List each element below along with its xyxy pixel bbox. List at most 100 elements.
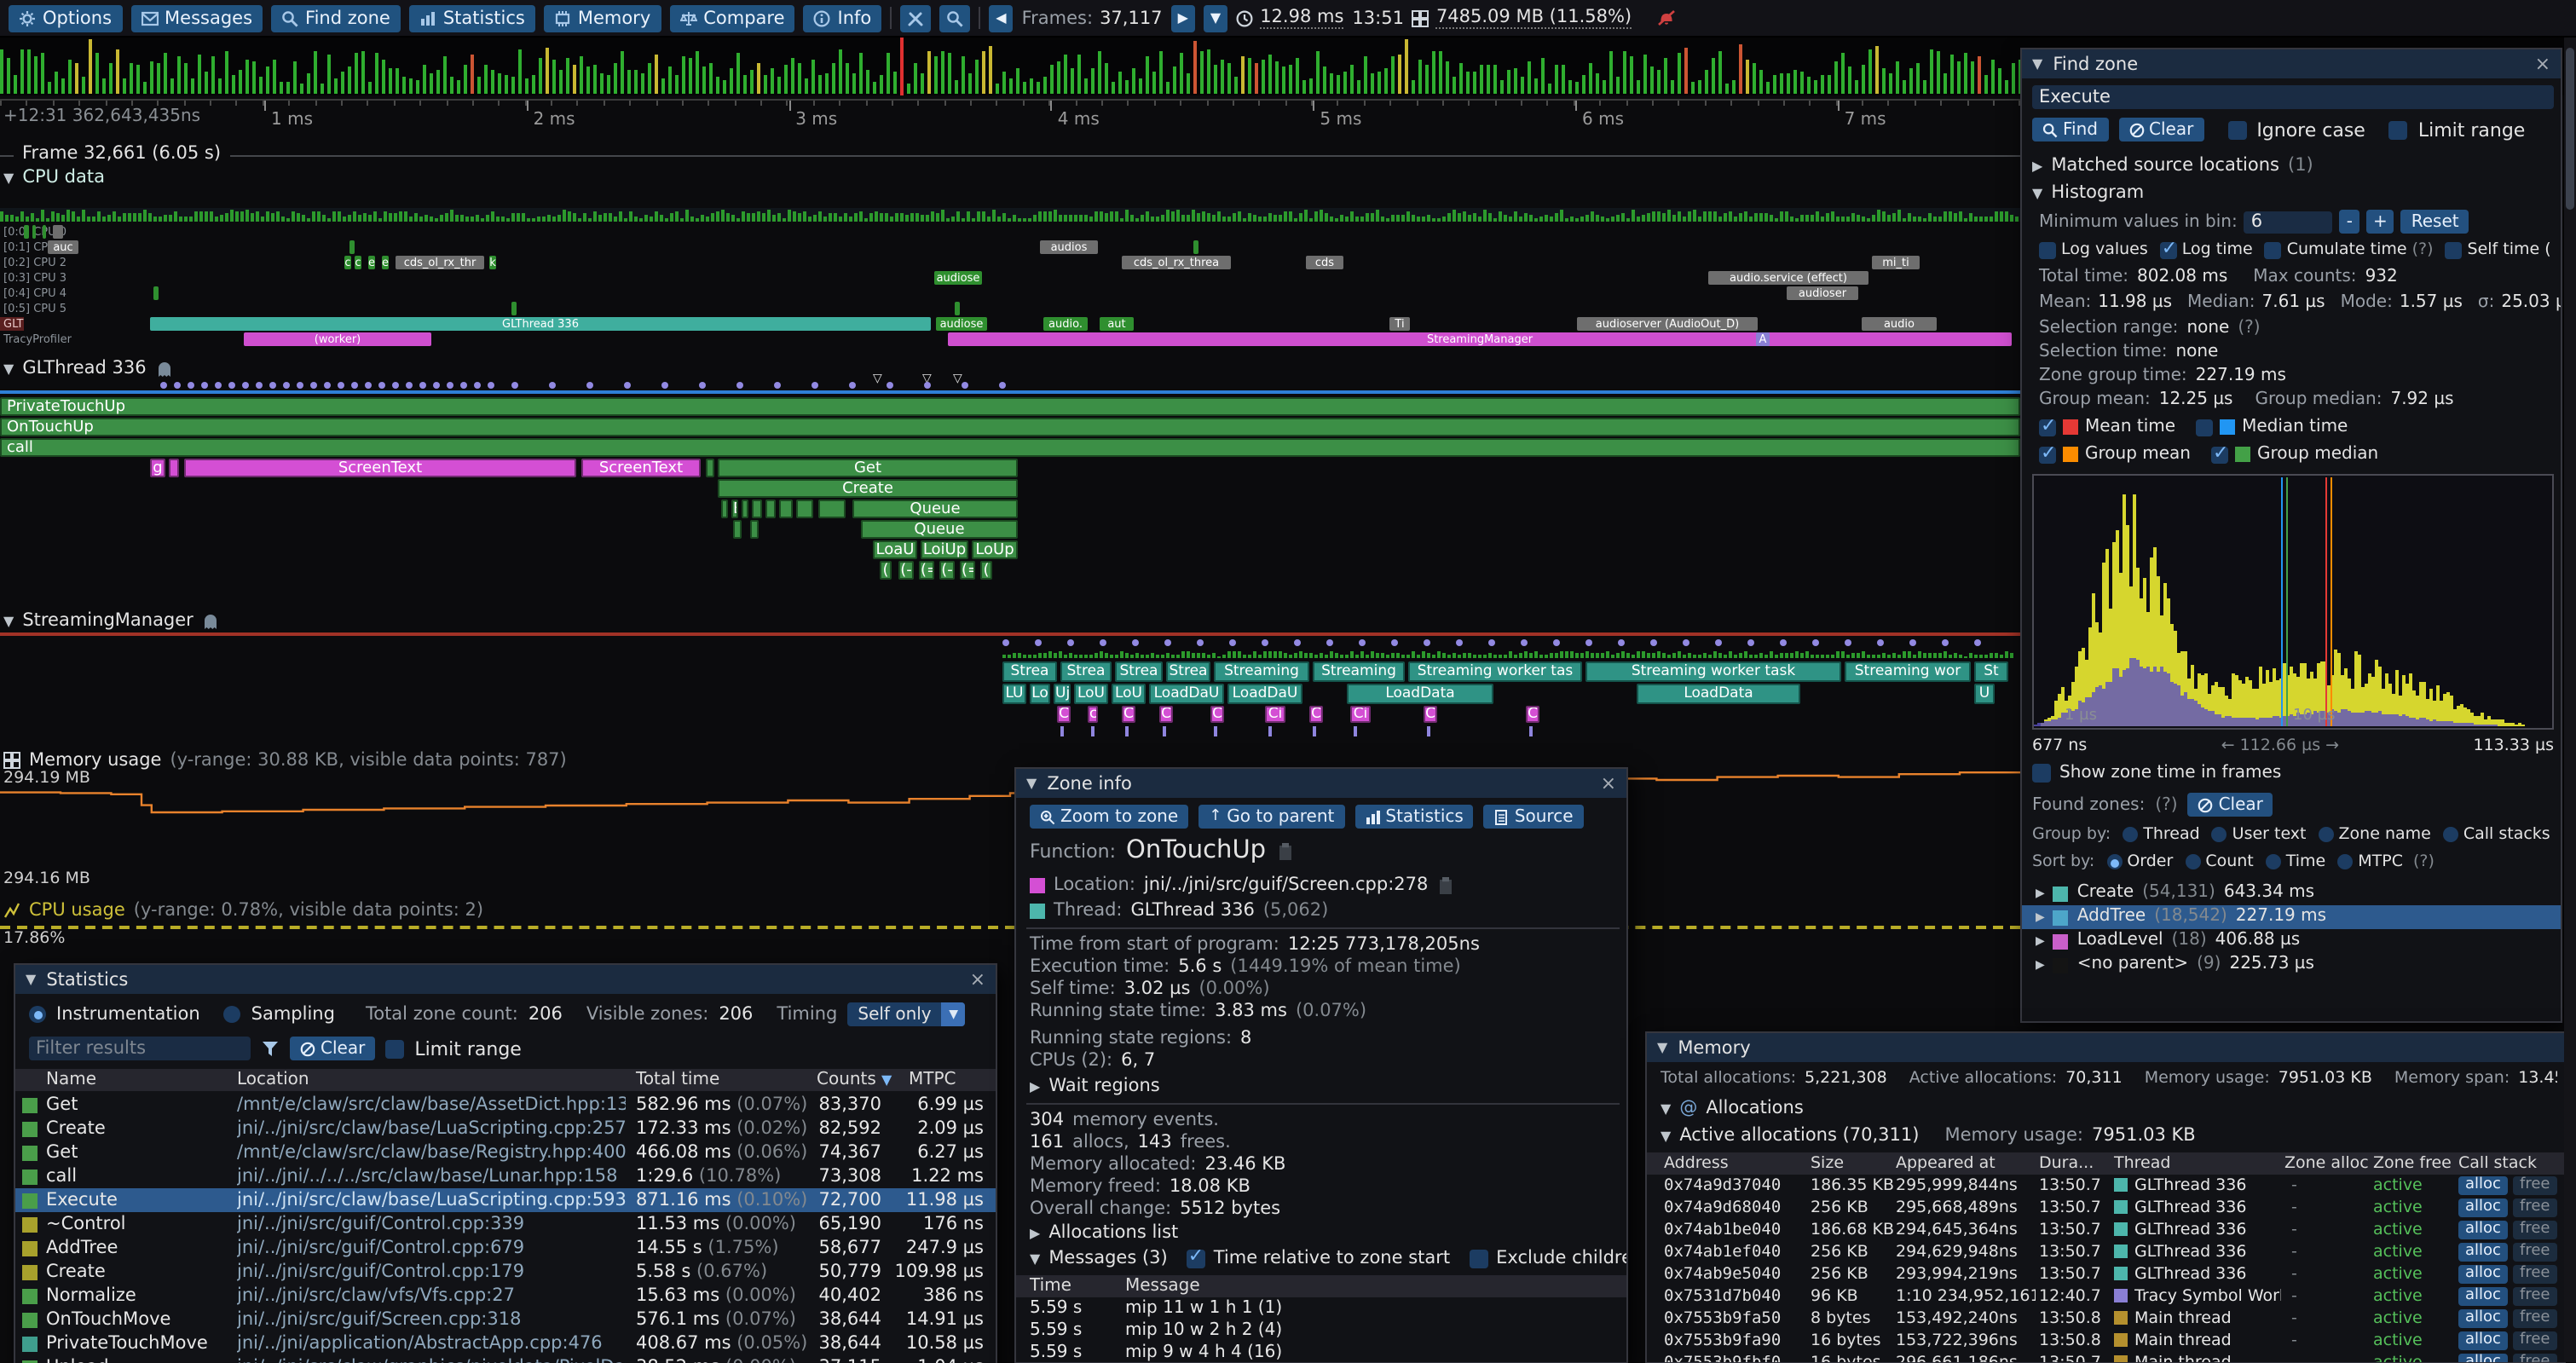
free-callstack-button[interactable]: free [2513,1265,2557,1284]
frame-bar[interactable] [1098,51,1101,94]
frame-bar[interactable] [1732,80,1736,94]
frame-bar[interactable] [1568,80,1572,94]
message-dot[interactable] [1294,639,1301,646]
frame-bar[interactable] [716,77,719,94]
frame-bar[interactable] [859,53,863,94]
frame-bar[interactable] [1616,77,1620,94]
message-dot[interactable] [242,382,249,389]
statistics-titlebar[interactable]: ▼ Statistics × [15,965,996,994]
alloc-callstack-button[interactable]: alloc [2458,1309,2508,1328]
stats-table-row[interactable]: PrivateTouchMovejni/../jni/application/A… [15,1331,996,1355]
memory-table-row[interactable]: 0x74a9d37040186.35 KB295,999,844ns13:50.… [1647,1175,2564,1197]
memory-table-row[interactable]: 0x74ab1be040186.68 KB294,645,364ns13:50.… [1647,1219,2564,1241]
frame-bar[interactable] [314,51,317,94]
frame-bar[interactable] [1187,73,1190,94]
frame-bar[interactable] [1139,78,1142,94]
frame-bar[interactable] [245,60,249,94]
timeline-zone[interactable]: Create [718,479,1018,498]
frame-bar[interactable] [1364,56,1367,94]
frame-bar[interactable] [1309,78,1313,94]
frame-bar[interactable] [252,61,256,94]
frame-bar[interactable] [286,82,290,94]
free-callstack-button[interactable]: free [2513,1287,2557,1306]
memory-table-row[interactable]: 0x7553b9fa508 bytes153,492,240ns13:50.8M… [1647,1308,2564,1330]
frame-bar[interactable] [382,60,385,94]
messages-header-row[interactable]: ▼ Messages (3) Time relative to zone sta… [1030,1248,1628,1268]
group-median-checkbox[interactable] [2211,446,2228,463]
frame-bar[interactable] [1807,77,1811,94]
message-dot[interactable] [1002,639,1009,646]
frame-bar[interactable] [1944,73,1947,94]
alloc-callstack-button[interactable]: alloc [2458,1243,2508,1262]
stats-table-row[interactable]: Normalizejni/../jni/src/claw/vfs/Vfs.cpp… [15,1284,996,1308]
zoom-to-zone-button[interactable]: Zoom to zone [1030,805,1188,829]
frame-bar[interactable] [1766,82,1770,94]
frame-bar[interactable] [1691,82,1695,94]
timeline-zone[interactable] [750,520,759,539]
frame-bar[interactable] [1698,80,1701,94]
cpu-zone[interactable]: audio.service (effect) [1708,271,1868,285]
memory-button[interactable]: Memory [544,4,661,32]
frame-bar[interactable] [157,63,160,94]
zoom-tool-button[interactable] [939,4,970,32]
timeline-zone[interactable] [706,459,714,477]
message-dot[interactable] [1650,639,1657,646]
timeline-zone[interactable]: c [1088,706,1098,723]
frame-bar[interactable] [1439,51,1442,94]
memory-table-row[interactable]: 0x7531d7b04096 KB1:10 234,952,16112:40.7… [1647,1285,2564,1308]
frame-bar[interactable] [641,73,644,94]
frame-bar[interactable] [505,75,508,94]
active-allocations-row[interactable]: ▼ Active allocations (70,311) Memory usa… [1661,1125,2196,1146]
timeline-zone[interactable]: C [1159,706,1173,723]
message-dot[interactable] [736,382,743,389]
cpu-zone[interactable] [349,240,355,254]
stats-table-row[interactable]: calljni/../jni/../../../src/claw/base/Lu… [15,1164,996,1188]
frame-bar[interactable] [232,75,235,94]
frame-bar[interactable] [566,58,569,94]
frame-bar[interactable] [948,53,951,94]
timeline-zone[interactable] [721,500,728,518]
frame-bar[interactable] [1418,60,1422,94]
frame-bar[interactable] [818,75,822,94]
help-marker[interactable]: (?) [2413,852,2434,871]
log-time-checkbox[interactable] [2160,241,2177,258]
frame-bar[interactable] [1712,58,1715,94]
group-by-radio-zone-name[interactable] [2319,827,2334,842]
timeline-zone[interactable]: Uj [1054,684,1071,704]
timeline-zone[interactable]: LoUp [972,540,1018,559]
timeline-zone[interactable] [779,500,793,518]
frame-bar[interactable] [402,77,406,94]
col-duration[interactable]: Dura... [2039,1152,2094,1175]
alloc-callstack-button[interactable]: alloc [2458,1287,2508,1306]
memory-table-row[interactable]: 0x7553b9fa9016 bytes153,722,396ns13:50.8… [1647,1330,2564,1352]
frame-bar[interactable] [170,78,174,94]
frame-bar[interactable] [825,73,829,94]
frame-bar[interactable] [1316,51,1320,94]
cpu-zone[interactable] [43,225,46,239]
frame-bar[interactable] [1889,73,1892,94]
frame-bar[interactable] [607,75,610,94]
frame-bar[interactable] [1841,53,1845,94]
frame-bar[interactable] [1282,66,1285,94]
memory-titlebar[interactable]: ▼ Memory [1647,1033,2564,1062]
message-dot[interactable] [811,382,818,389]
stats-table-row[interactable]: Get/mnt/e/claw/src/claw/base/Registry.hp… [15,1141,996,1164]
frame-bar[interactable] [1405,39,1408,94]
frame-bar[interactable] [1425,65,1429,94]
cpu-zone[interactable]: audio [1862,317,1937,331]
frame-bar[interactable] [764,75,767,94]
frame-bar[interactable] [1868,49,1872,94]
frame-bar[interactable] [1152,72,1156,94]
col-message[interactable]: Message [1125,1275,1200,1297]
timeline-zone[interactable]: E [731,500,738,518]
frame-bar[interactable] [1828,75,1831,94]
timeline-zone[interactable]: (- [939,561,955,580]
frame-bar[interactable] [1432,51,1435,94]
group-by-radio-thread[interactable] [2123,827,2138,842]
timeline-zone[interactable] [752,500,762,518]
frame-bar[interactable] [955,80,958,94]
funnel-icon[interactable] [261,1039,280,1058]
alloc-callstack-button[interactable]: alloc [2458,1265,2508,1284]
vertical-scrollbar[interactable] [2564,38,2576,1362]
frame-bar[interactable] [1337,75,1340,94]
